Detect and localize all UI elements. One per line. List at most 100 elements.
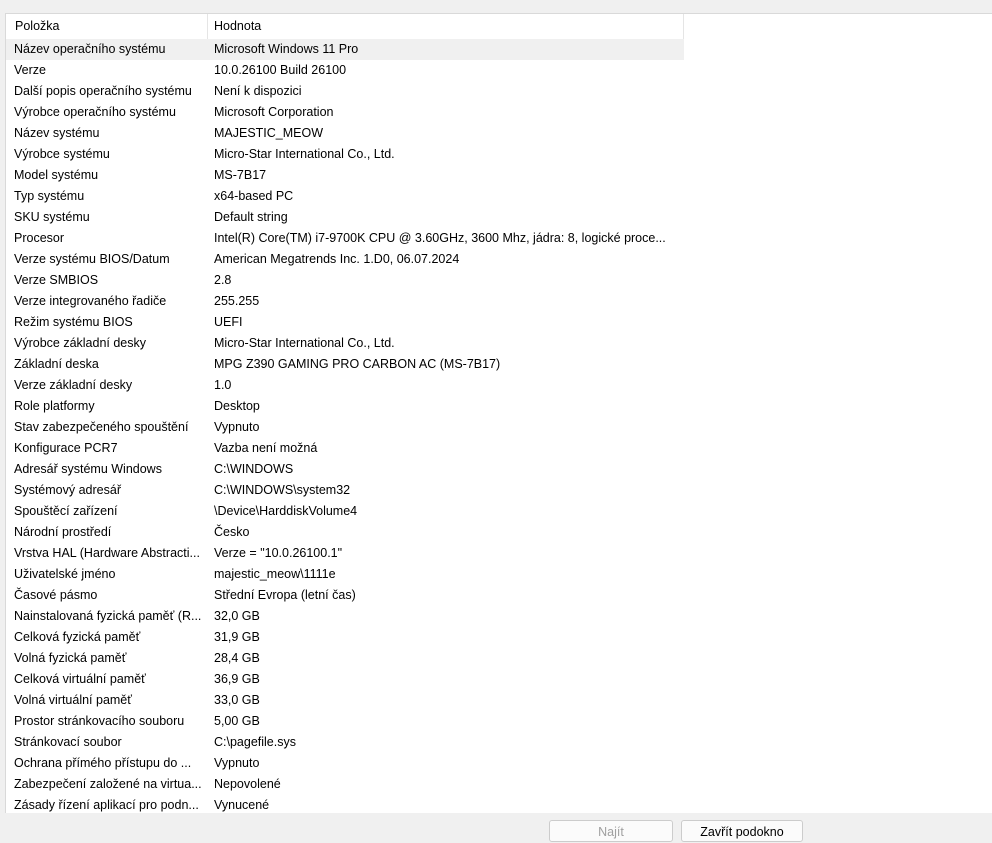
table-row[interactable]: Název operačního systému Microsoft Window… [6, 39, 684, 60]
table-row[interactable]: Systémový adresář C:\WINDOWS\system32 [6, 480, 684, 501]
row-item-value: Intel(R) Core(TM) i7-9700K CPU @ 3.60GHz… [214, 231, 666, 245]
row-item-value: 28,4 GB [214, 651, 260, 665]
row-item-value: C:\WINDOWS [214, 462, 294, 476]
table-row[interactable]: Časové pásmo Střední Evropa (letní čas) [6, 585, 684, 606]
table-row[interactable]: Stav zabezpečeného spouštění Vypnuto [6, 417, 684, 438]
row-item-label: Další popis operačního systému [14, 84, 192, 98]
column-header-value[interactable]: Hodnota [208, 14, 684, 39]
table-row[interactable]: Vrstva HAL (Hardware Abstracti... Verze =… [6, 543, 684, 564]
row-item-label: Národní prostředí [14, 525, 112, 539]
row-item-label: Typ systému [14, 189, 85, 203]
row-item-label: Nainstalovaná fyzická paměť (R... [14, 609, 202, 623]
row-item-label: Název operačního systému [14, 42, 166, 56]
table-row[interactable]: Uživatelské jméno majestic_meow\1111e [6, 564, 684, 585]
window-top-strip [0, 0, 992, 8]
row-item-label: Vrstva HAL (Hardware Abstracti... [14, 546, 200, 560]
table-row[interactable]: SKU systému Default string [6, 207, 684, 228]
row-item-label: Prostor stránkovacího souboru [14, 714, 185, 728]
row-item-label: Výrobce základní desky [14, 336, 147, 350]
row-item-label: Celková virtuální paměť [14, 672, 146, 686]
table-row[interactable]: Prostor stránkovacího souboru 5,00 GB [6, 711, 684, 732]
row-item-value: Microsoft Windows 11 Pro [214, 42, 359, 56]
find-button[interactable]: Najít [549, 820, 673, 842]
column-header-item[interactable]: Položka [6, 14, 208, 39]
system-summary-list[interactable]: Položka Hodnota Název operačního systému… [5, 13, 992, 814]
table-row[interactable]: Základní deska MPG Z390 GAMING PRO CARBON… [6, 354, 684, 375]
list-header: Položka Hodnota [6, 14, 684, 39]
row-item-label: Verze [14, 63, 46, 77]
row-item-value: 255.255 [214, 294, 260, 308]
table-row[interactable]: Typ systému x64-based PC [6, 186, 684, 207]
row-item-label: Výrobce operačního systému [14, 105, 176, 119]
row-item-label: Model systému [14, 168, 99, 182]
table-row[interactable]: Další popis operačního systému Není k dis… [6, 81, 684, 102]
table-row[interactable]: Spouštěcí zařízení \Device\HarddiskVolume… [6, 501, 684, 522]
table-row[interactable]: Ochrana přímého přístupu do ... Vypnuto [6, 753, 684, 774]
row-item-value: 36,9 GB [214, 672, 260, 686]
row-item-value: 5,00 GB [214, 714, 260, 728]
table-row[interactable]: Nainstalovaná fyzická paměť (R... 32,0 GB [6, 606, 684, 627]
table-row[interactable]: Celková virtuální paměť 36,9 GB [6, 669, 684, 690]
row-item-label: Role platformy [14, 399, 95, 413]
row-item-value: MS-7B17 [214, 168, 267, 182]
table-row[interactable]: Stránkovací soubor C:\pagefile.sys [6, 732, 684, 753]
table-row[interactable]: Procesor Intel(R) Core(TM) i7-9700K CPU @… [6, 228, 684, 249]
row-item-value: 1.0 [214, 378, 232, 392]
row-item-label: SKU systému [14, 210, 90, 224]
row-item-label: Procesor [14, 231, 65, 245]
table-row[interactable]: Výrobce základní desky Micro-Star Interna… [6, 333, 684, 354]
table-row[interactable]: Národní prostředí Česko [6, 522, 684, 543]
table-row[interactable]: Zásady řízení aplikací pro podn... Vynuce… [6, 795, 684, 814]
row-item-label: Výrobce systému [14, 147, 110, 161]
table-row[interactable]: Model systému MS-7B17 [6, 165, 684, 186]
row-item-value: 32,0 GB [214, 609, 260, 623]
row-item-value: Není k dispozici [214, 84, 302, 98]
row-item-label: Stránkovací soubor [14, 735, 122, 749]
row-item-label: Adresář systému Windows [14, 462, 162, 476]
row-item-value: Verze = "10.0.26100.1" [214, 546, 343, 560]
table-row[interactable]: Výrobce operačního systému Microsoft Corp… [6, 102, 684, 123]
row-item-label: Uživatelské jméno [14, 567, 116, 581]
table-row[interactable]: Zabezpečení založené na virtua... Nepovol… [6, 774, 684, 795]
table-row[interactable]: Konfigurace PCR7 Vazba není možná [6, 438, 684, 459]
row-item-value: 2.8 [214, 273, 232, 287]
table-row[interactable]: Volná virtuální paměť 33,0 GB [6, 690, 684, 711]
row-item-value: Micro-Star International Co., Ltd. [214, 336, 395, 350]
table-row[interactable]: Verze systému BIOS/Datum American Megatre… [6, 249, 684, 270]
row-item-value: Nepovolené [214, 777, 281, 791]
row-item-value: MPG Z390 GAMING PRO CARBON AC (MS-7B17) [214, 357, 501, 371]
row-item-value: \Device\HarddiskVolume4 [214, 504, 358, 518]
row-item-value: 10.0.26100 Build 26100 [214, 63, 347, 77]
table-row[interactable]: Volná fyzická paměť 28,4 GB [6, 648, 684, 669]
row-item-label: Stav zabezpečeného spouštění [14, 420, 189, 434]
row-item-label: Volná virtuální paměť [14, 693, 132, 707]
row-item-value: Vypnuto [214, 420, 260, 434]
table-row[interactable]: Verze integrovaného řadiče 255.255 [6, 291, 684, 312]
row-item-value: majestic_meow\1111e [214, 567, 336, 581]
row-item-label: Spouštěcí zařízení [14, 504, 118, 518]
table-row[interactable]: Režim systému BIOS UEFI [6, 312, 684, 333]
row-item-label: Časové pásmo [14, 588, 98, 602]
row-item-value: Česko [214, 525, 250, 539]
table-row[interactable]: Adresář systému Windows C:\WINDOWS [6, 459, 684, 480]
row-item-label: Konfigurace PCR7 [14, 441, 118, 455]
close-pane-button[interactable]: Zavřít podokno [681, 820, 803, 842]
row-item-label: Systémový adresář [14, 483, 121, 497]
table-row[interactable]: Celková fyzická paměť 31,9 GB [6, 627, 684, 648]
table-row[interactable]: Role platformy Desktop [6, 396, 684, 417]
row-item-label: Základní deska [14, 357, 99, 371]
row-item-value: Micro-Star International Co., Ltd. [214, 147, 395, 161]
table-row[interactable]: Verze SMBIOS 2.8 [6, 270, 684, 291]
row-item-value: Microsoft Corporation [214, 105, 334, 119]
row-item-label: Verze základní desky [14, 378, 133, 392]
row-item-value: x64-based PC [214, 189, 294, 203]
row-item-value: Vynucené [214, 798, 270, 812]
row-item-value: UEFI [214, 315, 243, 329]
row-item-value: Střední Evropa (letní čas) [214, 588, 356, 602]
row-item-label: Volná fyzická paměť [14, 651, 127, 665]
table-row[interactable]: Verze 10.0.26100 Build 26100 [6, 60, 684, 81]
row-item-label: Zásady řízení aplikací pro podn... [14, 798, 199, 812]
table-row[interactable]: Výrobce systému Micro-Star International … [6, 144, 684, 165]
table-row[interactable]: Název systému MAJESTIC_MEOW [6, 123, 684, 144]
table-row[interactable]: Verze základní desky 1.0 [6, 375, 684, 396]
